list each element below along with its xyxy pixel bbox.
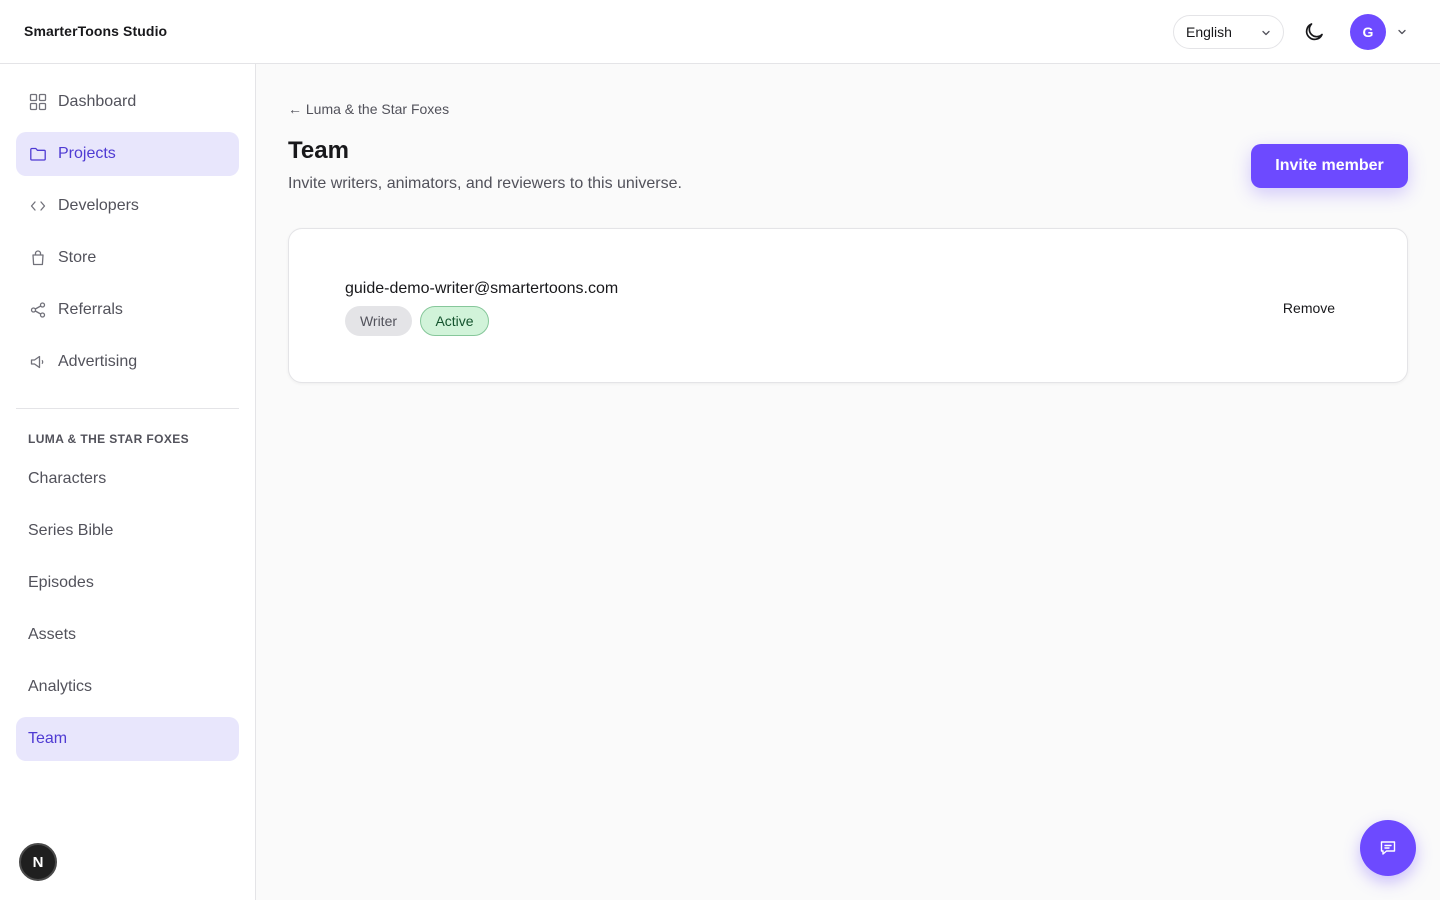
status-badge: Active [420,306,489,336]
sidebar-item-label: Dashboard [58,93,137,110]
sidebar-item-dashboard[interactable]: Dashboard [16,80,239,124]
sidebar-item-label: Projects [58,145,116,162]
chevron-down-icon [1262,30,1270,36]
sidebar-item-advertising[interactable]: Advertising [16,340,239,384]
sidebar-item-store[interactable]: Store [16,236,239,280]
invite-member-button[interactable]: Invite member [1251,144,1408,188]
breadcrumb-back-link[interactable]: ← Luma & the Star Foxes [288,101,449,117]
megaphone-icon [29,353,47,371]
chat-button[interactable] [1360,820,1416,876]
sidebar-item-label: Referrals [58,301,123,318]
sidebar-item-label: Store [58,249,97,266]
dev-tools-badge[interactable]: N [19,843,57,881]
sidebar-item-label: Advertising [58,353,138,370]
page-title: Team [288,137,349,164]
user-avatar[interactable]: G [1350,14,1386,50]
sidebar-item-label: Developers [58,197,139,214]
sidebar-item-analytics[interactable]: Analytics [16,665,239,709]
chevron-down-icon[interactable] [1396,26,1408,38]
sidebar-item-series-bible[interactable]: Series Bible [16,509,239,553]
share-icon [29,301,47,319]
sidebar-item-assets[interactable]: Assets [16,613,239,657]
sidebar-divider [16,408,239,409]
language-select[interactable]: English [1173,15,1284,49]
sidebar-item-characters[interactable]: Characters [16,457,239,501]
language-value: English [1186,24,1232,40]
sidebar-item-projects[interactable]: Projects [16,132,239,176]
grid-icon [29,93,47,111]
member-email: guide-demo-writer@smartertoons.com [345,280,619,297]
moon-icon[interactable] [1302,20,1326,44]
sidebar-item-developers[interactable]: Developers [16,184,239,228]
sidebar-item-referrals[interactable]: Referrals [16,288,239,332]
code-icon [29,197,47,215]
project-section-label: LUMA & THE STAR FOXES [28,432,190,446]
shopping-bag-icon [29,249,47,267]
page-subtitle: Invite writers, animators, and reviewers… [288,175,682,192]
brand-name: SmarterToons Studio [24,23,168,39]
top-bar: SmarterToons Studio English G [0,0,1440,64]
sidebar: Dashboard Projects Developers Store Refe… [0,64,256,900]
remove-member-button[interactable]: Remove [1269,296,1349,320]
chat-icon [1380,841,1396,855]
sidebar-item-episodes[interactable]: Episodes [16,561,239,605]
folder-icon [29,145,47,163]
member-card: guide-demo-writer@smartertoons.com Write… [288,228,1408,383]
sidebar-item-team[interactable]: Team [16,717,239,761]
role-badge: Writer [345,306,412,336]
